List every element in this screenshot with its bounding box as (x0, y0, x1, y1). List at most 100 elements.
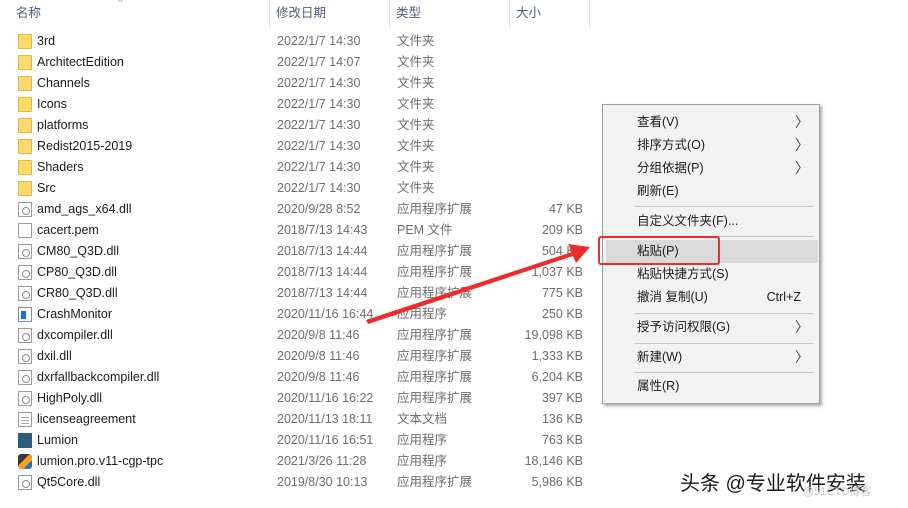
file-date-modified: 2018/7/13 14:44 (277, 286, 368, 300)
file-type: 应用程序扩展 (397, 475, 473, 489)
chevron-right-icon: 〉 (795, 319, 809, 335)
file-row[interactable]: ArchitectEdition 2022/1/7 14:07 文件夹 (0, 52, 600, 73)
file-name: CM80_Q3D.dll (37, 244, 119, 258)
menu-item-new[interactable]: 新建(W) 〉 (603, 346, 819, 369)
text-file-icon (18, 412, 32, 427)
file-date-modified: 2020/9/8 11:46 (277, 349, 360, 363)
menu-item-give-access[interactable]: 授予访问权限(G) 〉 (603, 316, 819, 339)
file-type: 文件夹 (397, 118, 435, 132)
file-size: 19,098 KB (524, 328, 583, 342)
file-row[interactable]: platforms 2022/1/7 14:30 文件夹 (0, 115, 600, 136)
file-row[interactable]: Redist2015-2019 2022/1/7 14:30 文件夹 (0, 136, 600, 157)
file-size: 1,037 KB (531, 265, 583, 279)
menu-item-refresh[interactable]: 刷新(E) (603, 180, 819, 203)
file-name: Channels (37, 76, 90, 90)
dll-file-icon (18, 475, 32, 490)
folder-icon (18, 181, 32, 196)
menu-item-undo-copy[interactable]: 撤消 复制(U) Ctrl+Z (603, 286, 819, 309)
folder-icon (18, 97, 32, 112)
chevron-right-icon: 〉 (795, 349, 809, 365)
column-header-date-modified[interactable]: 修改日期 (270, 0, 390, 28)
file-row[interactable]: HighPoly.dll 2020/11/16 16:22 应用程序扩展 397 KB (0, 388, 600, 409)
file-size: 47 KB (548, 202, 583, 216)
folder-icon (18, 55, 32, 70)
menu-item-paste-shortcut[interactable]: 粘贴快捷方式(S) (603, 263, 819, 286)
menu-item-customize-folder[interactable]: 自定义文件夹(F)... (603, 210, 819, 233)
file-type: 文件夹 (397, 139, 435, 153)
column-header-name[interactable]: 名称 (10, 0, 270, 28)
file-row[interactable]: CM80_Q3D.dll 2018/7/13 14:44 应用程序扩展 504 KB (0, 241, 600, 262)
file-row[interactable]: CrashMonitor 2020/11/16 16:44 应用程序 250 KB (0, 304, 600, 325)
file-type: 应用程序扩展 (397, 244, 473, 258)
menu-item-label: 授予访问权限(G) (637, 320, 731, 334)
file-type: 文件夹 (397, 160, 435, 174)
file-row[interactable]: Lumion 2020/11/16 16:51 应用程序 763 KB (0, 430, 600, 451)
file-date-modified: 2020/9/28 8:52 (277, 202, 361, 216)
dll-file-icon (18, 391, 32, 406)
menu-item-view[interactable]: 查看(V) 〉 (603, 111, 819, 134)
menu-item-sort-by[interactable]: 排序方式(O) 〉 (603, 134, 819, 157)
file-row[interactable]: Src 2022/1/7 14:30 文件夹 (0, 178, 600, 199)
file-date-modified: 2021/3/26 11:28 (277, 454, 367, 468)
menu-item-label: 查看(V) (637, 115, 679, 129)
menu-item-group-by[interactable]: 分组依据(P) 〉 (603, 157, 819, 180)
file-row[interactable]: amd_ags_x64.dll 2020/9/28 8:52 应用程序扩展 47 KB (0, 199, 600, 220)
file-row[interactable]: 3rd 2022/1/7 14:30 文件夹 (0, 31, 600, 52)
file-date-modified: 2022/1/7 14:30 (277, 97, 361, 111)
file-date-modified: 2022/1/7 14:30 (277, 181, 361, 195)
file-date-modified: 2020/9/8 11:46 (277, 328, 360, 342)
column-header-size[interactable]: 大小 (510, 0, 590, 28)
menu-item-label: 撤消 复制(U) (637, 290, 708, 304)
folder-icon (18, 160, 32, 175)
file-date-modified: 2020/11/16 16:44 (277, 307, 374, 321)
column-header: ^ 名称 修改日期 类型 大小 (0, 0, 908, 28)
dll-file-icon (18, 265, 32, 280)
file-date-modified: 2020/11/13 18:11 (277, 412, 373, 426)
watermark-secondary: @51CTO博客 (803, 486, 872, 498)
file-date-modified: 2022/1/7 14:07 (277, 55, 361, 69)
menu-separator (635, 206, 813, 207)
file-size: 504 KB (541, 244, 583, 258)
chevron-right-icon: 〉 (795, 114, 809, 130)
file-row[interactable]: Shaders 2022/1/7 14:30 文件夹 (0, 157, 600, 178)
menu-item-shortcut: Ctrl+Z (766, 290, 801, 304)
file-name: licenseagreement (37, 412, 136, 426)
file-row[interactable]: Icons 2022/1/7 14:30 文件夹 (0, 94, 600, 115)
file-row[interactable]: lumion.pro.v11-cgp-tpc 2021/3/26 11:28 应用程… (0, 451, 600, 472)
dll-file-icon (18, 328, 32, 343)
file-row[interactable]: cacert.pem 2018/7/13 14:43 PEM 文件 209 KB (0, 220, 600, 241)
file-row[interactable]: dxrfallbackcompiler.dll 2020/9/8 11:46 应用程… (0, 367, 600, 388)
column-header-type[interactable]: 类型 (390, 0, 510, 28)
file-type: 文件夹 (397, 76, 435, 90)
dll-file-icon (18, 349, 32, 364)
file-name: dxil.dll (37, 349, 72, 363)
file-name: Qt5Core.dll (37, 475, 101, 489)
file-type: 应用程序扩展 (397, 286, 473, 300)
file-type: 应用程序扩展 (397, 391, 473, 405)
file-date-modified: 2022/1/7 14:30 (277, 118, 361, 132)
file-type: 应用程序扩展 (397, 370, 473, 384)
application-icon (18, 307, 32, 322)
menu-item-properties[interactable]: 属性(R) (603, 375, 819, 398)
file-name: Shaders (37, 160, 84, 174)
file-row[interactable]: Channels 2022/1/7 14:30 文件夹 (0, 73, 600, 94)
menu-separator (635, 343, 813, 344)
file-date-modified: 2022/1/7 14:30 (277, 139, 361, 153)
file-name: Redist2015-2019 (37, 139, 133, 153)
dll-file-icon (18, 370, 32, 385)
file-row[interactable]: licenseagreement 2020/11/13 18:11 文本文档 136 … (0, 409, 600, 430)
file-name: Icons (37, 97, 67, 111)
folder-icon (18, 139, 32, 154)
file-size: 18,146 KB (524, 454, 583, 468)
file-row[interactable]: Qt5Core.dll 2019/8/30 10:13 应用程序扩展 5,986 KB (0, 472, 600, 493)
folder-icon (18, 76, 32, 91)
file-row[interactable]: dxil.dll 2020/9/8 11:46 应用程序扩展 1,333 KB (0, 346, 600, 367)
file-row[interactable]: CP80_Q3D.dll 2018/7/13 14:44 应用程序扩展 1,037 K… (0, 262, 600, 283)
file-type: 文本文档 (397, 412, 448, 426)
file-row[interactable]: dxcompiler.dll 2020/9/8 11:46 应用程序扩展 19,098… (0, 325, 600, 346)
file-name: amd_ags_x64.dll (37, 202, 132, 216)
file-date-modified: 2018/7/13 14:44 (277, 265, 368, 279)
file-row[interactable]: CR80_Q3D.dll 2018/7/13 14:44 应用程序扩展 775 KB (0, 283, 600, 304)
file-name: Lumion (37, 433, 78, 447)
file-name: HighPoly.dll (37, 391, 103, 405)
